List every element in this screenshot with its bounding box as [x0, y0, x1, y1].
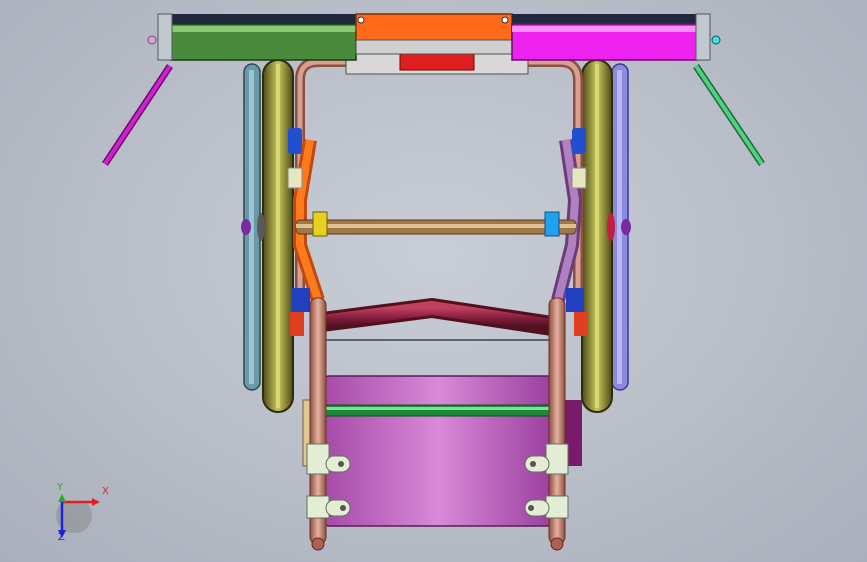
- 3d-viewport[interactable]: X Y Z: [0, 0, 867, 562]
- right-lower-bracket: [566, 288, 584, 312]
- left-rear-wheel[interactable]: [262, 59, 294, 413]
- right-tube-cap: [550, 537, 564, 551]
- red-bracket: [399, 53, 475, 71]
- top-center-panel[interactable]: [355, 13, 513, 55]
- right-hub: [607, 213, 615, 241]
- blue-clamp: [544, 211, 560, 237]
- footrest-bar[interactable]: [320, 298, 554, 336]
- cross-bar[interactable]: [295, 219, 577, 235]
- bolt: [501, 16, 509, 24]
- left-caster-mount: [290, 312, 304, 336]
- y-axis-label: Y: [57, 482, 64, 493]
- left-hub: [257, 213, 265, 241]
- right-caster-mount: [574, 312, 588, 336]
- wheelchair-model[interactable]: [0, 0, 867, 562]
- bolt: [357, 16, 365, 24]
- green-bar[interactable]: [317, 404, 557, 417]
- right-axle-knob: [621, 219, 631, 235]
- x-axis-arrowhead: [92, 498, 100, 506]
- left-blue-bracket: [288, 128, 302, 154]
- right-rear-wheel[interactable]: [581, 59, 613, 413]
- right-mount: [571, 167, 587, 189]
- left-axle-knob: [241, 219, 251, 235]
- x-axis-label: X: [102, 486, 109, 497]
- right-blue-bracket: [572, 128, 586, 154]
- left-lower-bracket: [292, 288, 310, 312]
- left-mount: [287, 167, 303, 189]
- left-end-cap: [157, 13, 173, 61]
- left-end-knob: [147, 35, 157, 45]
- z-axis-label: Z: [58, 532, 65, 543]
- left-tube-cap: [311, 537, 325, 551]
- yellow-clamp: [312, 211, 328, 237]
- top-left-panel[interactable]: [169, 14, 357, 61]
- y-axis-arrowhead: [58, 494, 66, 502]
- right-end-cap: [695, 13, 711, 61]
- right-end-knob: [711, 35, 721, 45]
- backrest-frame[interactable]: [295, 57, 583, 300]
- top-right-panel[interactable]: [511, 14, 699, 61]
